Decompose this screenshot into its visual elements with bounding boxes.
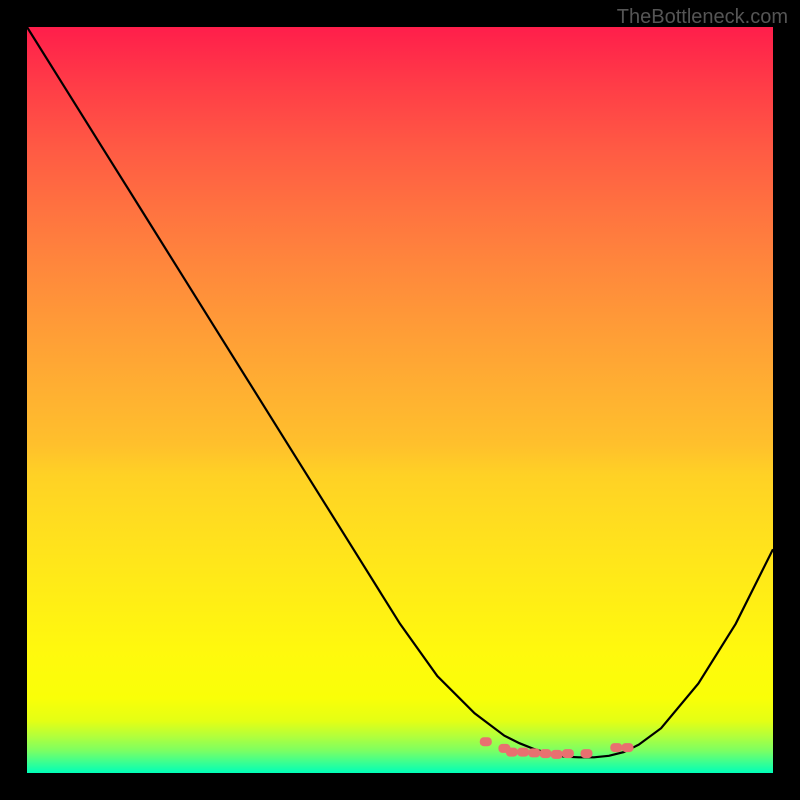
curve-svg xyxy=(27,27,773,773)
chart-plot-area xyxy=(27,27,773,773)
curve-line xyxy=(27,27,773,757)
watermark-text: TheBottleneck.com xyxy=(617,6,788,29)
